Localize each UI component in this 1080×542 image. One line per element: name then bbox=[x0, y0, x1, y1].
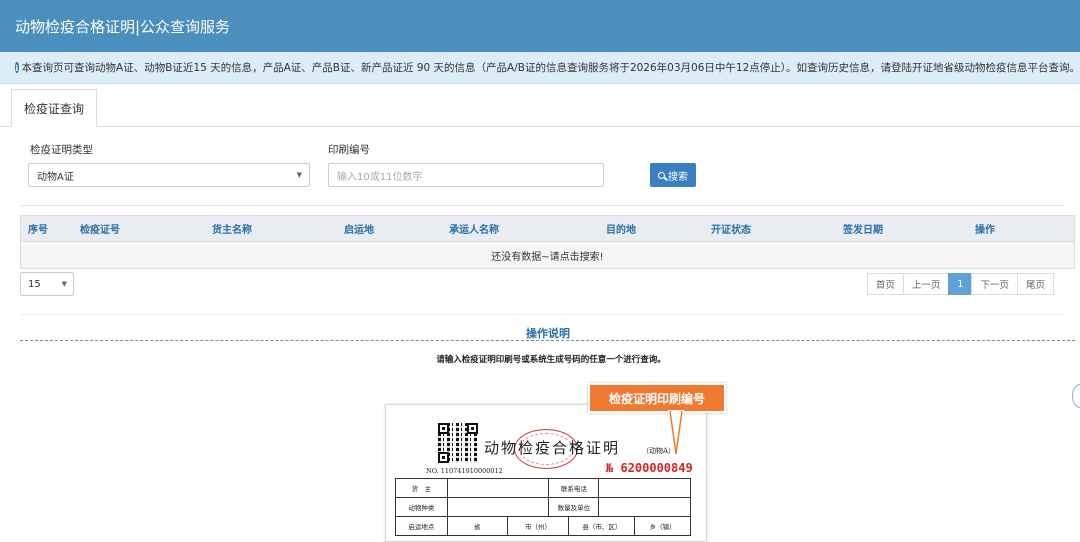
current-page-button[interactable]: 1 bbox=[948, 273, 973, 295]
table-header: 序号 检疫证号 货主名称 启运地 承运人名称 目的地 开证状态 签发日期 操作 bbox=[21, 216, 1074, 242]
cert-cell: 联系电话 bbox=[549, 479, 600, 498]
column-header: 目的地 bbox=[606, 225, 636, 236]
cert-cell: 货 主 bbox=[396, 479, 448, 498]
callout-pointer bbox=[668, 410, 684, 456]
qr-corner bbox=[467, 423, 478, 434]
input-placeholder: 输入10或11位数字 bbox=[337, 171, 423, 183]
certificate-type-select[interactable]: 动物A证 ▼ bbox=[28, 163, 310, 187]
cert-cell: 市（州） bbox=[507, 517, 570, 536]
cert-cell: 动物种类 bbox=[396, 498, 448, 517]
chevron-down-icon: ▼ bbox=[296, 171, 302, 179]
column-header: 签发日期 bbox=[843, 225, 883, 236]
certificate-system-number: NO. 110741910000012 bbox=[426, 467, 503, 475]
cert-cell bbox=[599, 479, 691, 498]
select-value: 动物A证 bbox=[37, 171, 74, 183]
table-row: 启运地点 省 市（州） 县（市、区） 乡（镇） bbox=[396, 517, 692, 536]
instructions-title: 操作说明 bbox=[526, 327, 570, 340]
divider bbox=[20, 205, 1064, 206]
instructions-text: 请输入检疫证明印刷号或系统生成号码的任意一个进行查询。 bbox=[436, 355, 666, 365]
notice-text: 本查询页可查询动物A证、动物B证近15 天的信息，产品A证、产品B证、新产品证近… bbox=[21, 62, 1080, 74]
cert-cell: 乡（镇） bbox=[635, 517, 692, 536]
certificate-print-number: № 6200000849 bbox=[606, 461, 693, 475]
search-button[interactable]: 搜索 bbox=[650, 163, 696, 187]
search-form: 检疫证明类型 动物A证 ▼ 印刷编号 输入10或11位数字 搜索 bbox=[0, 127, 1080, 215]
results-table: 序号 检疫证号 货主名称 启运地 承运人名称 目的地 开证状态 签发日期 操作 … bbox=[20, 215, 1075, 269]
certificate-sample-image: 动物检疫合格证明 （动物A） NO. 110741910000012 № 620… bbox=[385, 404, 707, 542]
search-icon bbox=[658, 171, 665, 179]
cert-cell: 启运地点 bbox=[396, 517, 448, 536]
page-size-select[interactable]: 15 ▼ bbox=[20, 272, 74, 296]
column-header: 开证状态 bbox=[711, 225, 751, 236]
column-header: 启运地 bbox=[344, 225, 374, 236]
print-number-input[interactable]: 输入10或11位数字 bbox=[328, 163, 604, 187]
table-row: 动物种类 数量及单位 bbox=[396, 498, 691, 517]
column-header: 序号 bbox=[28, 225, 48, 236]
tab-label: 检疫证查询 bbox=[23, 101, 84, 116]
cert-cell: 省 bbox=[447, 517, 508, 536]
last-page-button[interactable]: 尾页 bbox=[1016, 273, 1054, 295]
app-header: 动物检疫合格证明|公众查询服务 bbox=[0, 0, 1080, 52]
first-page-button[interactable]: 首页 bbox=[866, 273, 904, 295]
dashed-divider bbox=[20, 340, 1075, 341]
qr-corner bbox=[438, 452, 449, 463]
notice-banner: i 本查询页可查询动物A证、动物B证近15 天的信息，产品A证、产品B证、新产品… bbox=[0, 52, 1080, 84]
number-label: 印刷编号 bbox=[328, 144, 370, 156]
cert-cell bbox=[447, 498, 550, 517]
certificate-title: 动物检疫合格证明 bbox=[484, 439, 621, 457]
divider bbox=[20, 314, 1064, 315]
cert-cell: 县（市、区） bbox=[569, 517, 636, 536]
cert-cell bbox=[599, 498, 691, 517]
page-title: 动物检疫合格证明|公众查询服务 bbox=[15, 17, 231, 36]
tab-bar: 检疫证查询 bbox=[0, 89, 1080, 127]
info-icon: i bbox=[15, 62, 19, 73]
column-header: 操作 bbox=[975, 225, 995, 236]
pagination: 首页 上一页 1 下一页 尾页 bbox=[866, 273, 1054, 295]
tab-certificate-query[interactable]: 检疫证查询 bbox=[11, 89, 97, 127]
cert-cell: 数量及单位 bbox=[549, 498, 600, 517]
qr-code-icon bbox=[438, 423, 478, 463]
empty-table-message: 还没有数据~请点击搜索! bbox=[21, 242, 1074, 268]
qr-corner bbox=[438, 423, 449, 434]
side-toggle-icon[interactable] bbox=[1072, 384, 1080, 408]
column-header: 货主名称 bbox=[212, 225, 252, 236]
search-button-label: 搜索 bbox=[668, 171, 688, 183]
column-header: 承运人名称 bbox=[449, 225, 499, 236]
column-header: 检疫证号 bbox=[80, 225, 120, 236]
print-number-callout: 检疫证明印刷编号 bbox=[588, 383, 726, 413]
cert-cell bbox=[447, 479, 550, 498]
type-label: 检疫证明类型 bbox=[30, 144, 93, 156]
prev-page-button[interactable]: 上一页 bbox=[902, 273, 950, 295]
next-page-button[interactable]: 下一页 bbox=[971, 273, 1018, 295]
page-size-value: 15 bbox=[28, 278, 41, 290]
chevron-down-icon: ▼ bbox=[61, 280, 67, 288]
certificate-form-table: 货 主 联系电话 动物种类 数量及单位 启运地点 省 市（州） 县（市、区） 乡… bbox=[395, 478, 692, 536]
table-row: 货 主 联系电话 bbox=[396, 479, 691, 498]
callout-label: 检疫证明印刷编号 bbox=[608, 391, 705, 406]
